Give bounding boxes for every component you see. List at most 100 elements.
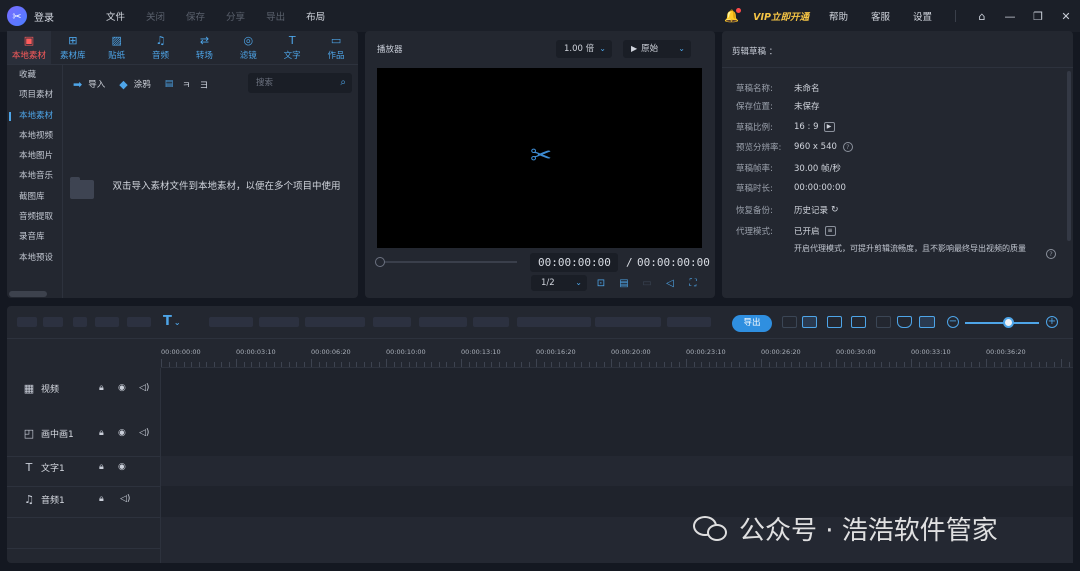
layout-icon[interactable]: [851, 316, 866, 328]
grid-icon[interactable]: [827, 316, 842, 328]
filter-button[interactable]: ヨ: [200, 78, 209, 91]
tab-transition[interactable]: ⇄ 转场: [183, 31, 227, 64]
history-button[interactable]: 历史记录: [794, 204, 828, 216]
loop-icon[interactable]: ▭: [641, 278, 653, 289]
import-button[interactable]: ➡ 导入: [73, 78, 105, 91]
tab-sticker[interactable]: ▨ 贴纸: [95, 31, 139, 64]
timeline-ruler[interactable]: 00:00:00:00 00:00:03:10 00:00:06:20 00:00:1…: [161, 340, 1073, 368]
sidebar-scrollbar[interactable]: [9, 291, 47, 297]
home-icon[interactable]: ⌂: [968, 10, 996, 23]
tool-disabled[interactable]: [517, 317, 591, 327]
sort-button[interactable]: ㅋ: [182, 78, 190, 91]
tool-disabled[interactable]: [419, 317, 467, 327]
file-icon[interactable]: ▤: [165, 79, 174, 89]
export-button[interactable]: 导出: [732, 315, 772, 332]
proxy-settings-icon[interactable]: ≡: [824, 226, 836, 236]
sidebar-item-presets[interactable]: 本地预设: [7, 248, 62, 268]
paint-button[interactable]: ◆ 涂鸦: [119, 78, 150, 91]
tab-audio[interactable]: ♫ 音频: [139, 31, 183, 64]
magnet-icon[interactable]: [919, 316, 935, 328]
quality-select[interactable]: 1/2 ⌄: [531, 275, 587, 291]
volume-icon[interactable]: ◁): [139, 383, 149, 393]
sidebar-item-audio-extract[interactable]: 音频提取: [7, 207, 62, 227]
undo-icon[interactable]: [17, 317, 37, 327]
login-button[interactable]: 登录: [34, 9, 54, 24]
lock-icon[interactable]: 🔒︎: [99, 462, 104, 472]
shield-icon[interactable]: [897, 316, 912, 328]
split-icon[interactable]: [73, 317, 87, 327]
tool-disabled[interactable]: [667, 317, 711, 327]
ratio-edit-icon[interactable]: ▶: [823, 122, 835, 132]
sidebar-item-recordings[interactable]: 录音库: [7, 227, 62, 247]
tool-disabled[interactable]: [595, 317, 661, 327]
menu-share[interactable]: 分享: [226, 9, 245, 23]
tab-library[interactable]: ⊞ 素材库: [51, 31, 95, 64]
tab-text[interactable]: T 文字: [270, 31, 314, 64]
menu-layout[interactable]: 布局: [306, 9, 325, 23]
tool-disabled[interactable]: [305, 317, 365, 327]
menu-help[interactable]: 帮助: [829, 9, 848, 23]
volume-icon[interactable]: ◁): [139, 428, 149, 438]
tab-filter[interactable]: ◎ 滤镜: [226, 31, 270, 64]
snapshot-icon[interactable]: ⊡: [595, 278, 607, 289]
zoom-in-icon[interactable]: +: [1046, 316, 1058, 328]
tab-works[interactable]: ▭ 作品: [314, 31, 358, 64]
menu-file[interactable]: 文件: [106, 9, 125, 23]
sidebar-item-local-video[interactable]: 本地视频: [7, 126, 62, 146]
crop-icon[interactable]: [127, 317, 151, 327]
eye-icon[interactable]: ◉: [118, 462, 126, 472]
menu-export[interactable]: 导出: [266, 9, 285, 23]
sidebar-item-local-media[interactable]: 本地素材: [7, 106, 62, 126]
speed-select[interactable]: 1.00 倍 ⌄: [556, 40, 612, 58]
fit-icon[interactable]: [802, 316, 817, 328]
lock-icon[interactable]: 🔒︎: [99, 383, 104, 393]
preview-icon[interactable]: [876, 316, 891, 328]
vip-button[interactable]: VIP立即开通: [753, 9, 809, 23]
menu-save[interactable]: 保存: [186, 9, 205, 23]
menu-close[interactable]: 关闭: [146, 9, 165, 23]
zoom-slider[interactable]: [965, 322, 1039, 324]
track-lane-video[interactable]: [161, 368, 1073, 456]
delete-icon[interactable]: [95, 317, 119, 327]
tool-disabled[interactable]: [473, 317, 509, 327]
close-icon[interactable]: ✕: [1052, 10, 1080, 23]
notification-bell-icon[interactable]: 🔔: [724, 8, 742, 23]
sidebar-item-local-music[interactable]: 本地音乐: [7, 166, 62, 186]
sidebar-item-favorites[interactable]: 收藏: [7, 65, 62, 85]
add-text-button[interactable]: T ⌄: [163, 314, 181, 329]
help-icon[interactable]: ?: [1046, 249, 1056, 259]
search-input[interactable]: 搜索 ⌕: [248, 73, 352, 93]
preview-screen[interactable]: ✂: [377, 68, 702, 248]
volume-icon[interactable]: ◁): [120, 494, 130, 504]
subtitle-icon[interactable]: ▤: [618, 278, 630, 289]
sidebar-item-screenshots[interactable]: 截图库: [7, 187, 62, 207]
history-icon[interactable]: ↻: [831, 205, 839, 215]
zoom-out-icon[interactable]: −: [947, 316, 959, 328]
lock-icon[interactable]: 🔒︎: [99, 428, 104, 438]
volume-icon[interactable]: ◁: [664, 278, 676, 289]
tool-disabled[interactable]: [209, 317, 253, 327]
eye-icon[interactable]: ◉: [118, 428, 126, 438]
sidebar-item-project-media[interactable]: 项目素材: [7, 85, 62, 105]
sidebar-item-local-image[interactable]: 本地图片: [7, 146, 62, 166]
minimize-icon[interactable]: —: [996, 10, 1024, 23]
help-icon[interactable]: ?: [842, 142, 853, 152]
fullscreen-icon[interactable]: ⛶: [687, 278, 699, 289]
redo-icon[interactable]: [43, 317, 63, 327]
menu-support[interactable]: 客服: [871, 9, 890, 23]
lock-icon[interactable]: 🔒︎: [99, 494, 104, 504]
tool-disabled[interactable]: [259, 317, 299, 327]
current-time-field[interactable]: 00:00:00:00: [530, 253, 618, 272]
tool-disabled[interactable]: [373, 317, 411, 327]
menu-settings[interactable]: 设置: [913, 9, 932, 23]
search-icon[interactable]: ⌕: [340, 73, 346, 93]
eye-icon[interactable]: ◉: [118, 383, 126, 393]
track-lane-pip[interactable]: [161, 456, 1073, 486]
ratio-select[interactable]: ▶ 原始 ⌄: [623, 40, 691, 58]
snap-icon[interactable]: [782, 316, 797, 328]
playback-slider[interactable]: [375, 257, 517, 267]
info-scrollbar[interactable]: [1067, 71, 1071, 241]
restore-icon[interactable]: ❐: [1024, 10, 1052, 23]
tab-local-media[interactable]: ▣ 本地素材: [7, 31, 51, 64]
zoom-slider-knob[interactable]: [1003, 317, 1014, 328]
